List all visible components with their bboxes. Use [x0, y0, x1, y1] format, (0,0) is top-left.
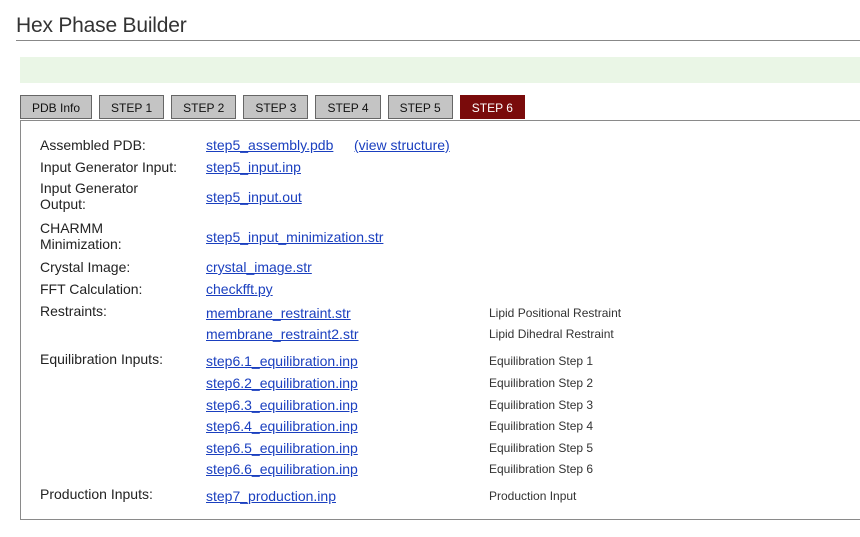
- tab-step-3[interactable]: STEP 3: [243, 95, 309, 119]
- restraint-link-1[interactable]: membrane_restraint.str: [206, 305, 351, 321]
- step-tabs: PDB Info STEP 1 STEP 2 STEP 3 STEP 4 STE…: [20, 95, 525, 121]
- equilibration-inputs-label: Equilibration Inputs:: [40, 351, 163, 367]
- tab-step-5[interactable]: STEP 5: [387, 95, 453, 119]
- crystal-image-label: Crystal Image:: [40, 259, 131, 275]
- restraint-link-2[interactable]: membrane_restraint2.str: [206, 326, 359, 342]
- equilibration-desc-6: Equilibration Step 6: [489, 462, 594, 476]
- equilibration-link-4[interactable]: step6.4_equilibration.inp: [206, 418, 358, 434]
- production-input-desc: Production Input: [489, 489, 577, 503]
- input-generator-output-link[interactable]: step5_input.out: [206, 189, 302, 205]
- tab-step-6[interactable]: STEP 6: [459, 95, 525, 119]
- input-generator-output-label: Input Generator Output:: [40, 180, 139, 212]
- fft-calculation-label: FFT Calculation:: [40, 281, 143, 297]
- restraint-desc-1: Lipid Positional Restraint: [489, 306, 622, 320]
- charmm-minimization-label: CHARMM Minimization:: [40, 220, 122, 252]
- step6-content-panel: Assembled PDB: step5_assembly.pdb (view …: [20, 120, 860, 520]
- production-inputs-label: Production Inputs:: [40, 486, 153, 502]
- equilibration-desc-1: Equilibration Step 1: [489, 354, 594, 368]
- equilibration-desc-5: Equilibration Step 5: [489, 441, 594, 455]
- equilibration-link-1[interactable]: step6.1_equilibration.inp: [206, 353, 358, 369]
- view-structure-link[interactable]: (view structure): [354, 137, 450, 153]
- equilibration-link-6[interactable]: step6.6_equilibration.inp: [206, 461, 358, 477]
- fft-calculation-link[interactable]: checkfft.py: [206, 281, 273, 297]
- tab-pdb-info[interactable]: PDB Info: [20, 95, 93, 119]
- production-input-link[interactable]: step7_production.inp: [206, 488, 336, 504]
- tab-step-2[interactable]: STEP 2: [171, 95, 237, 119]
- crystal-image-link[interactable]: crystal_image.str: [206, 259, 312, 275]
- restraint-desc-2: Lipid Dihedral Restraint: [489, 327, 614, 341]
- equilibration-desc-4: Equilibration Step 4: [489, 419, 594, 433]
- restraints-label: Restraints:: [40, 303, 107, 319]
- equilibration-link-2[interactable]: step6.2_equilibration.inp: [206, 375, 358, 391]
- equilibration-link-5[interactable]: step6.5_equilibration.inp: [206, 440, 358, 456]
- tab-step-4[interactable]: STEP 4: [315, 95, 381, 119]
- input-generator-input-link[interactable]: step5_input.inp: [206, 159, 301, 175]
- message-bar: [20, 57, 860, 83]
- charmm-minimization-link[interactable]: step5_input_minimization.str: [206, 229, 383, 245]
- tab-step-1[interactable]: STEP 1: [99, 95, 165, 119]
- assembled-pdb-link[interactable]: step5_assembly.pdb: [206, 137, 333, 153]
- input-generator-input-label: Input Generator Input:: [40, 159, 177, 175]
- title-divider: [16, 40, 860, 41]
- assembled-pdb-label: Assembled PDB:: [40, 137, 146, 153]
- equilibration-desc-2: Equilibration Step 2: [489, 376, 594, 390]
- page-title: Hex Phase Builder: [16, 14, 187, 37]
- equilibration-desc-3: Equilibration Step 3: [489, 398, 594, 412]
- equilibration-link-3[interactable]: step6.3_equilibration.inp: [206, 397, 358, 413]
